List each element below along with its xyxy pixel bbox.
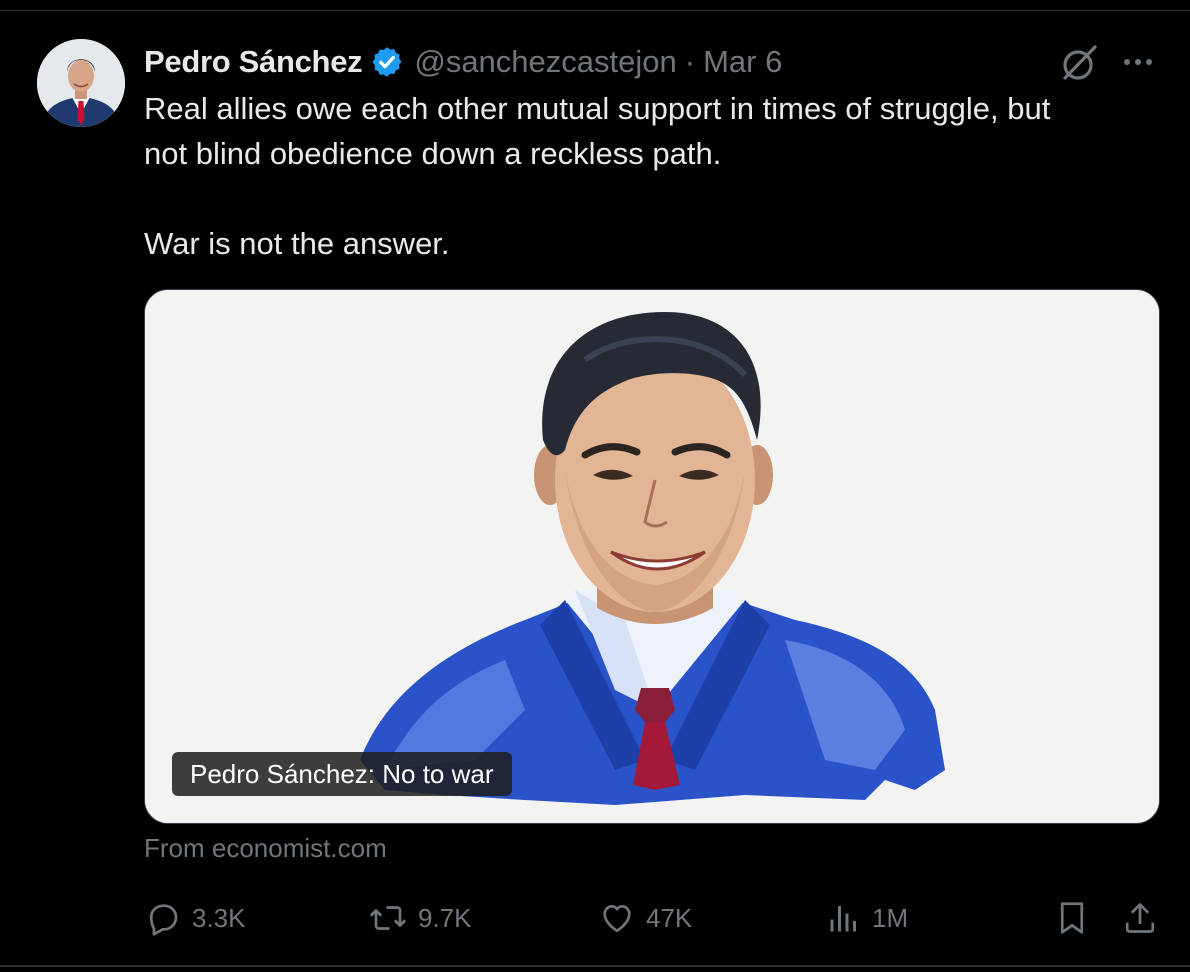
action-bar: 3.3K 9.7K 47K 1M [0,890,1190,946]
tweet-header: Pedro Sánchez @sanchezcastejon · Mar 6 [144,40,782,84]
avatar-image [37,39,125,127]
like-button[interactable]: 47K [598,890,692,946]
grok-icon[interactable] [1058,42,1100,84]
post-date[interactable]: Mar 6 [703,44,782,80]
repost-icon [369,906,407,930]
bookmark-button[interactable] [1054,890,1090,946]
repost-button[interactable]: 9.7K [368,890,472,946]
reply-icon [149,904,178,936]
reply-button[interactable]: 3.3K [146,890,246,946]
heart-icon [603,904,631,933]
portrait-illustration [145,290,1159,823]
repost-count: 9.7K [418,902,472,933]
display-name[interactable]: Pedro Sánchez [144,44,363,80]
tweet-text: Real allies owe each other mutual suppor… [144,91,1051,261]
user-handle[interactable]: @sanchezcastejon [414,44,676,80]
like-count: 47K [646,902,693,933]
card-caption: Pedro Sánchez: No to war [172,752,512,796]
bottom-divider [0,965,1190,967]
top-divider [0,10,1190,11]
views-icon [830,906,856,932]
avatar[interactable] [37,39,125,127]
verified-badge-icon[interactable] [370,45,404,79]
views-button[interactable]: 1M [826,890,908,946]
share-button[interactable] [1122,890,1158,946]
link-card[interactable]: Pedro Sánchez: No to war [144,289,1160,824]
header-separator: · [684,44,696,79]
reply-count: 3.3K [192,902,246,933]
bookmark-icon [1060,902,1084,934]
views-count: 1M [872,902,909,933]
share-icon [1125,903,1155,933]
link-source[interactable]: From economist.com [144,833,387,864]
more-icon[interactable] [1118,50,1158,74]
